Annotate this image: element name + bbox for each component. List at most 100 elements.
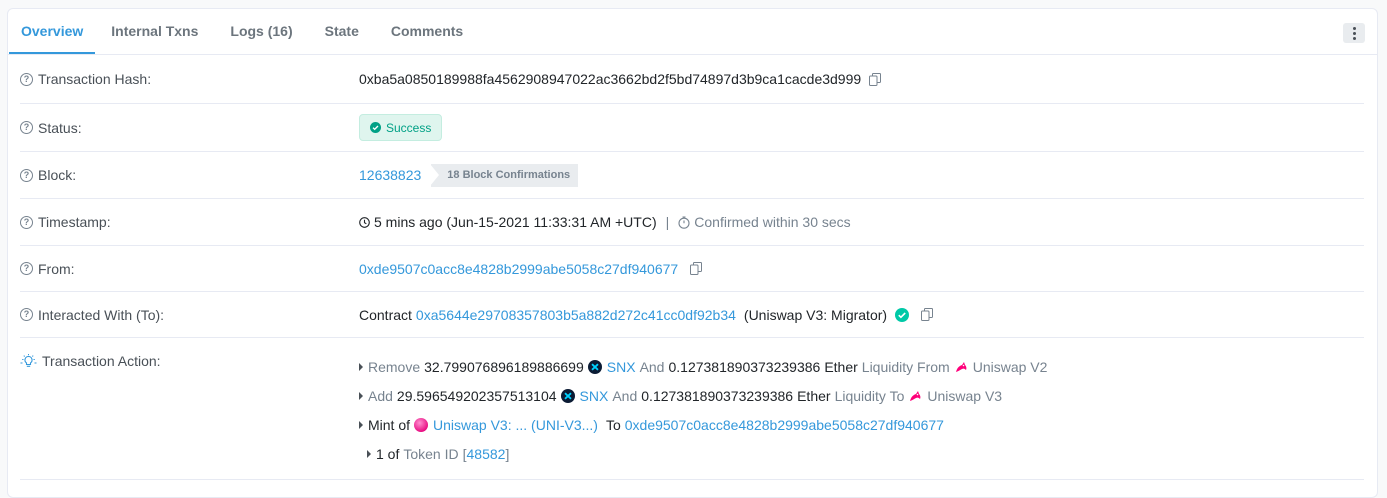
dot-icon: [1352, 31, 1356, 35]
uni-v3-nft-icon: [414, 417, 429, 432]
transaction-actions: Remove 32.799076896189886699 SNX And 0.1…: [359, 352, 1047, 468]
action-eth-amount: 0.127381890373239386: [641, 387, 794, 404]
transaction-action-label: Transaction Action:: [42, 353, 161, 369]
row-label: ? Block:: [20, 167, 359, 183]
row-value: 5 mins ago (Jun-15-2021 11:33:31 AM +UTC…: [359, 214, 851, 230]
from-address-link[interactable]: 0xde9507c0acc8e4828b2999abe5058c27df9406…: [359, 261, 678, 277]
dot-icon: [1352, 36, 1356, 40]
from-label: From:: [38, 260, 75, 277]
caret-right-icon: [367, 449, 371, 458]
copy-icon[interactable]: [869, 72, 882, 86]
clock-icon: [359, 216, 370, 228]
row-value: Success: [359, 114, 443, 141]
contract-address-link[interactable]: 0xa5644e29708357803b5a882d272c41cc0df92b…: [416, 307, 736, 323]
question-circle-icon[interactable]: ?: [20, 308, 33, 321]
tab-state[interactable]: State: [309, 9, 375, 54]
action-verb: Remove: [368, 358, 421, 375]
dex-name: Uniswap V3: [927, 387, 1003, 404]
action-remove-liquidity: Remove 32.799076896189886699 SNX And 0.1…: [359, 352, 1047, 381]
timestamp-value: 5 mins ago (Jun-15-2021 11:33:31 AM +UTC…: [374, 214, 657, 230]
contract-name: (Uniswap V3: Migrator): [743, 306, 888, 323]
row-from: ? From: 0xde9507c0acc8e4828b2999abe5058c…: [20, 246, 1364, 292]
check-circle-icon: [370, 122, 381, 133]
block-label: Block:: [38, 167, 77, 183]
confirmed-within-text: Confirmed within 30 secs: [694, 214, 851, 230]
snx-token-link[interactable]: SNX: [607, 359, 636, 375]
row-interacted-with: ? Interacted With (To): Contract 0xa5644…: [20, 292, 1364, 338]
row-timestamp: ? Timestamp: 5 mins ago (Jun-15-2021 11:…: [20, 199, 1364, 246]
timestamp-label: Timestamp:: [38, 214, 111, 230]
question-circle-icon[interactable]: ?: [20, 168, 33, 182]
contract-prefix: Contract: [359, 306, 412, 323]
more-options-button[interactable]: [1343, 23, 1365, 43]
block-confirmations-badge: 18 Block Confirmations: [430, 163, 579, 187]
caret-right-icon: [359, 420, 363, 429]
transaction-card: Overview Internal Txns Logs (16) State C…: [7, 8, 1378, 498]
dex-name: Uniswap V2: [972, 358, 1048, 375]
snx-token-icon: [560, 388, 575, 403]
row-label: ? Timestamp:: [20, 214, 359, 230]
action-add-liquidity: Add 29.596549202357513104 SNX And 0.1273…: [359, 381, 1047, 410]
row-label: ? Interacted With (To):: [20, 307, 359, 323]
snx-token-link[interactable]: SNX: [580, 388, 609, 404]
action-liquidity: Liquidity To: [834, 387, 905, 404]
action-token-id: 1 of Token ID [ 48582 ]: [359, 439, 1047, 468]
action-and: And: [612, 387, 638, 404]
action-liquidity: Liquidity From: [861, 358, 950, 375]
mint-to-address-link[interactable]: 0xde9507c0acc8e4828b2999abe5058c27df9406…: [625, 417, 944, 433]
token-id-label: Token ID: [403, 445, 459, 462]
row-value: 0xba5a0850189988fa4562908947022ac3662bd2…: [359, 71, 882, 87]
copy-icon[interactable]: [690, 262, 703, 275]
question-circle-icon[interactable]: ?: [20, 121, 33, 134]
row-label: ? From:: [20, 261, 359, 277]
question-circle-icon[interactable]: ?: [20, 72, 33, 86]
question-circle-icon[interactable]: ?: [20, 215, 33, 229]
tab-logs[interactable]: Logs (16): [214, 9, 308, 54]
caret-right-icon: [359, 391, 363, 400]
action-eth: Ether: [824, 358, 858, 375]
status-label: Status:: [38, 119, 82, 136]
question-circle-icon[interactable]: ?: [20, 262, 33, 275]
action-mint: Mint of Uniswap V3: ... (UNI-V3...) To 0…: [359, 410, 1047, 439]
tab-comments[interactable]: Comments: [375, 9, 479, 54]
lightbulb-icon: [20, 354, 37, 368]
row-value: 12638823 18 Block Confirmations: [359, 163, 579, 187]
row-label: Transaction Action:: [20, 352, 359, 369]
action-eth: Ether: [797, 387, 831, 404]
action-amount: 32.799076896189886699: [424, 358, 584, 375]
token-count: 1 of: [376, 445, 400, 462]
row-transaction-action: Transaction Action: Remove 32.7990768961…: [20, 338, 1364, 480]
uni-v3-token-link[interactable]: Uniswap V3: ... (UNI-V3...): [433, 417, 598, 433]
action-eth-amount: 0.127381890373239386: [668, 358, 821, 375]
block-number-link[interactable]: 12638823: [359, 167, 421, 183]
copy-icon[interactable]: [921, 308, 934, 321]
row-transaction-hash: ? Transaction Hash: 0xba5a0850189988fa45…: [20, 55, 1364, 104]
action-amount: 29.596549202357513104: [396, 387, 557, 404]
timestamp-separator: |: [665, 214, 670, 230]
snx-token-icon: [587, 359, 602, 374]
tab-overview[interactable]: Overview: [9, 9, 96, 54]
action-verb: Add: [368, 387, 393, 404]
action-to: To: [605, 416, 621, 433]
action-and: And: [639, 358, 665, 375]
interacted-with-label: Interacted With (To):: [38, 306, 165, 323]
row-label: ? Transaction Hash:: [20, 71, 359, 87]
action-verb: Mint of: [368, 416, 411, 433]
tab-internal-txns[interactable]: Internal Txns: [95, 9, 214, 54]
stopwatch-icon: [678, 215, 690, 229]
row-value: 0xde9507c0acc8e4828b2999abe5058c27df9406…: [359, 261, 703, 277]
caret-right-icon: [359, 362, 363, 371]
tab-bar: Overview Internal Txns Logs (16) State C…: [8, 9, 1377, 55]
token-id-close-bracket: ]: [505, 445, 510, 462]
row-value: Contract 0xa5644e29708357803b5a882d272c4…: [359, 306, 934, 323]
status-badge: Success: [359, 114, 443, 141]
verified-check-icon: [895, 307, 910, 322]
row-status: ? Status: Success: [20, 104, 1364, 152]
token-id-link[interactable]: 48582: [467, 446, 506, 462]
dot-icon: [1352, 26, 1356, 30]
row-block: ? Block: 12638823 18 Block Confirmations: [20, 152, 1364, 199]
transaction-hash-value: 0xba5a0850189988fa4562908947022ac3662bd2…: [359, 71, 862, 87]
overview-rows: ? Transaction Hash: 0xba5a0850189988fa45…: [8, 55, 1377, 480]
uniswap-icon: [908, 389, 922, 403]
row-label: ? Status:: [20, 120, 359, 136]
